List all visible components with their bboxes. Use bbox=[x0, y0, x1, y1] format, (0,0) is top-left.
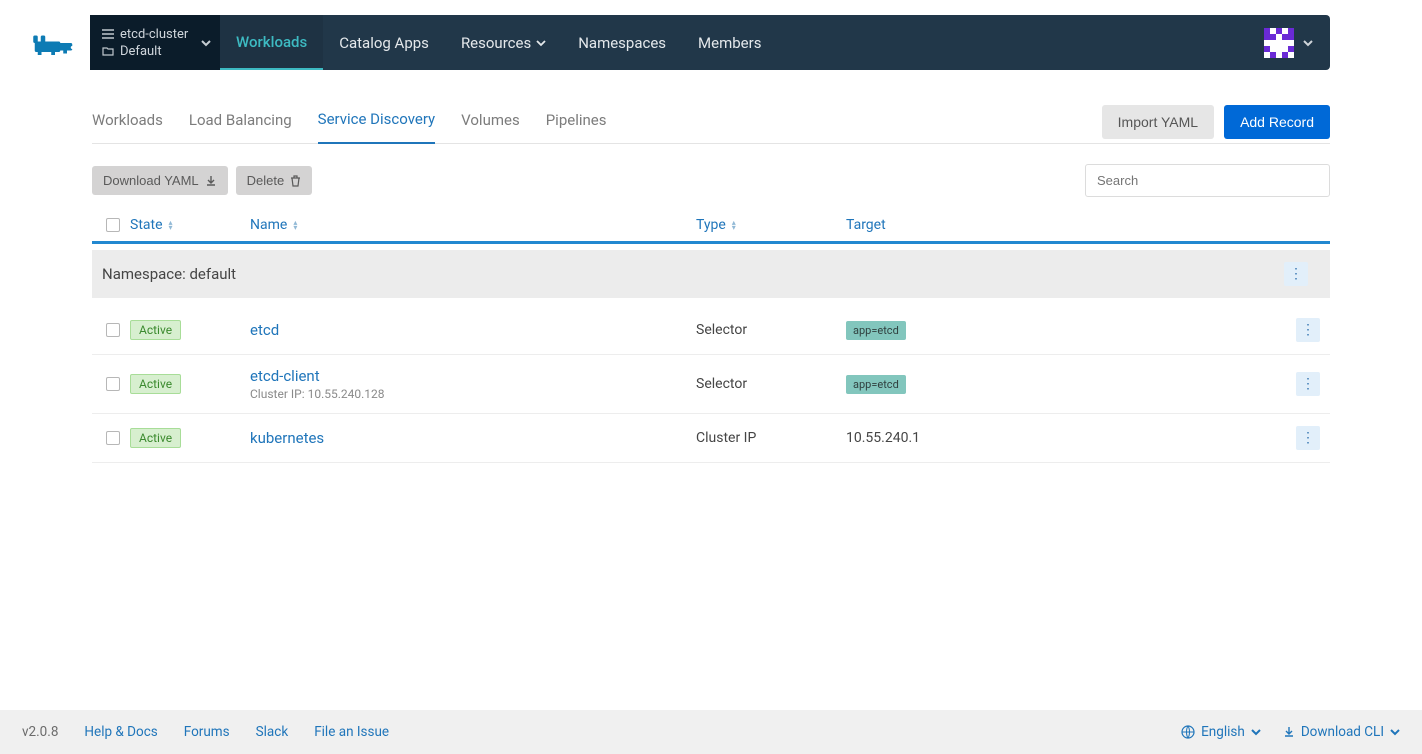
project-name-row: Default bbox=[102, 44, 206, 59]
service-name-link[interactable]: etcd bbox=[250, 321, 696, 339]
column-target[interactable]: Target bbox=[846, 217, 1276, 233]
footer-help[interactable]: Help & Docs bbox=[84, 724, 157, 740]
namespace-group: Namespace: default ⋮ bbox=[92, 250, 1330, 298]
nav-label: Resources bbox=[461, 34, 531, 52]
search-input[interactable] bbox=[1085, 164, 1330, 197]
chevron-down-icon bbox=[1390, 727, 1400, 737]
bars-icon bbox=[102, 28, 114, 40]
nav-label: Members bbox=[698, 34, 761, 52]
table-row: Active etcd-client Cluster IP: 10.55.240… bbox=[92, 355, 1330, 414]
column-label: Name bbox=[250, 217, 287, 233]
table-row: Active kubernetes Cluster IP 10.55.240.1… bbox=[92, 414, 1330, 463]
row-checkbox[interactable] bbox=[106, 377, 120, 391]
folder-icon bbox=[102, 45, 114, 57]
table-header: State ▴▾ Name ▴▾ Type ▴▾ Target bbox=[92, 211, 1330, 244]
target-text: 10.55.240.1 bbox=[846, 430, 1276, 446]
column-type[interactable]: Type ▴▾ bbox=[696, 217, 846, 233]
cluster-project-selector[interactable]: etcd-cluster Default bbox=[90, 15, 220, 70]
cluster-name-row: etcd-cluster bbox=[102, 27, 206, 42]
download-icon bbox=[1283, 726, 1295, 738]
add-record-button[interactable]: Add Record bbox=[1224, 105, 1330, 139]
column-name[interactable]: Name ▴▾ bbox=[250, 217, 696, 233]
language-label: English bbox=[1201, 724, 1245, 740]
tab-load-balancing[interactable]: Load Balancing bbox=[189, 101, 292, 143]
column-label: State bbox=[130, 217, 163, 233]
footer: v2.0.8 Help & Docs Forums Slack File an … bbox=[0, 710, 1422, 754]
service-name-link[interactable]: etcd-client bbox=[250, 367, 696, 385]
nav-label: Catalog Apps bbox=[339, 34, 429, 52]
toolbar: Download YAML Delete bbox=[92, 164, 1330, 197]
service-type: Cluster IP bbox=[696, 430, 846, 446]
nav-label: Namespaces bbox=[578, 34, 666, 52]
nav-workloads[interactable]: Workloads bbox=[220, 15, 323, 70]
user-menu[interactable] bbox=[1248, 15, 1330, 70]
trash-icon bbox=[290, 175, 301, 187]
state-badge: Active bbox=[130, 428, 181, 448]
nav-label: Workloads bbox=[236, 33, 307, 51]
group-actions-button[interactable]: ⋮ bbox=[1284, 262, 1308, 286]
state-badge: Active bbox=[130, 374, 181, 394]
row-actions-button[interactable]: ⋮ bbox=[1296, 318, 1320, 342]
sort-icon: ▴▾ bbox=[293, 220, 297, 230]
primary-nav: Workloads Catalog Apps Resources Namespa… bbox=[220, 15, 777, 70]
nav-namespaces[interactable]: Namespaces bbox=[562, 15, 682, 70]
language-selector[interactable]: English bbox=[1181, 724, 1261, 740]
group-label: Namespace: default bbox=[102, 265, 236, 283]
nav-members[interactable]: Members bbox=[682, 15, 777, 70]
nav-resources[interactable]: Resources bbox=[445, 15, 562, 70]
download-cli[interactable]: Download CLI bbox=[1283, 724, 1400, 740]
delete-button[interactable]: Delete bbox=[236, 166, 313, 195]
sort-icon: ▴▾ bbox=[732, 220, 736, 230]
footer-file-issue[interactable]: File an Issue bbox=[314, 724, 389, 740]
state-badge: Active bbox=[130, 320, 181, 340]
subtab-actions: Import YAML Add Record bbox=[1102, 105, 1330, 139]
tab-workloads[interactable]: Workloads bbox=[92, 101, 163, 143]
row-actions-button[interactable]: ⋮ bbox=[1296, 372, 1320, 396]
service-type: Selector bbox=[696, 322, 846, 338]
button-label: Download YAML bbox=[103, 173, 199, 188]
service-type: Selector bbox=[696, 376, 846, 392]
subtabs: Workloads Load Balancing Service Discove… bbox=[92, 100, 1330, 144]
chevron-down-icon bbox=[536, 38, 546, 48]
services-table: State ▴▾ Name ▴▾ Type ▴▾ Target Namespac… bbox=[92, 211, 1330, 463]
service-subtitle: Cluster IP: 10.55.240.128 bbox=[250, 387, 696, 401]
button-label: Delete bbox=[247, 173, 285, 188]
row-checkbox[interactable] bbox=[106, 431, 120, 445]
nav-catalog-apps[interactable]: Catalog Apps bbox=[323, 15, 445, 70]
tab-volumes[interactable]: Volumes bbox=[461, 101, 520, 143]
chevron-down-icon bbox=[1302, 37, 1314, 49]
import-yaml-button[interactable]: Import YAML bbox=[1102, 105, 1214, 139]
chevron-down-icon bbox=[1251, 727, 1261, 737]
footer-forums[interactable]: Forums bbox=[184, 724, 230, 740]
select-all-checkbox[interactable] bbox=[106, 218, 120, 232]
rancher-logo-icon bbox=[27, 28, 83, 58]
tab-pipelines[interactable]: Pipelines bbox=[546, 101, 607, 143]
download-cli-label: Download CLI bbox=[1301, 724, 1384, 740]
footer-slack[interactable]: Slack bbox=[256, 724, 289, 740]
download-yaml-button[interactable]: Download YAML bbox=[92, 166, 228, 195]
row-actions-button[interactable]: ⋮ bbox=[1296, 426, 1320, 450]
column-label: Type bbox=[696, 217, 726, 233]
service-name-link[interactable]: kubernetes bbox=[250, 429, 696, 447]
sort-icon: ▴▾ bbox=[169, 220, 173, 230]
column-state[interactable]: State ▴▾ bbox=[130, 217, 250, 233]
table-row: Active etcd Selector app=etcd ⋮ bbox=[92, 306, 1330, 355]
avatar bbox=[1264, 28, 1294, 58]
row-checkbox[interactable] bbox=[106, 323, 120, 337]
column-label: Target bbox=[846, 217, 886, 233]
project-name: Default bbox=[120, 44, 162, 59]
version: v2.0.8 bbox=[22, 724, 58, 740]
target-label-badge: app=etcd bbox=[846, 375, 906, 394]
tab-service-discovery[interactable]: Service Discovery bbox=[318, 100, 435, 144]
download-icon bbox=[205, 175, 217, 187]
logo[interactable] bbox=[20, 15, 90, 70]
chevron-down-icon bbox=[200, 37, 212, 49]
cluster-name: etcd-cluster bbox=[120, 27, 188, 42]
top-navbar: etcd-cluster Default Workloads Catalog A… bbox=[92, 15, 1330, 70]
target-label-badge: app=etcd bbox=[846, 321, 906, 340]
globe-icon bbox=[1181, 725, 1195, 739]
